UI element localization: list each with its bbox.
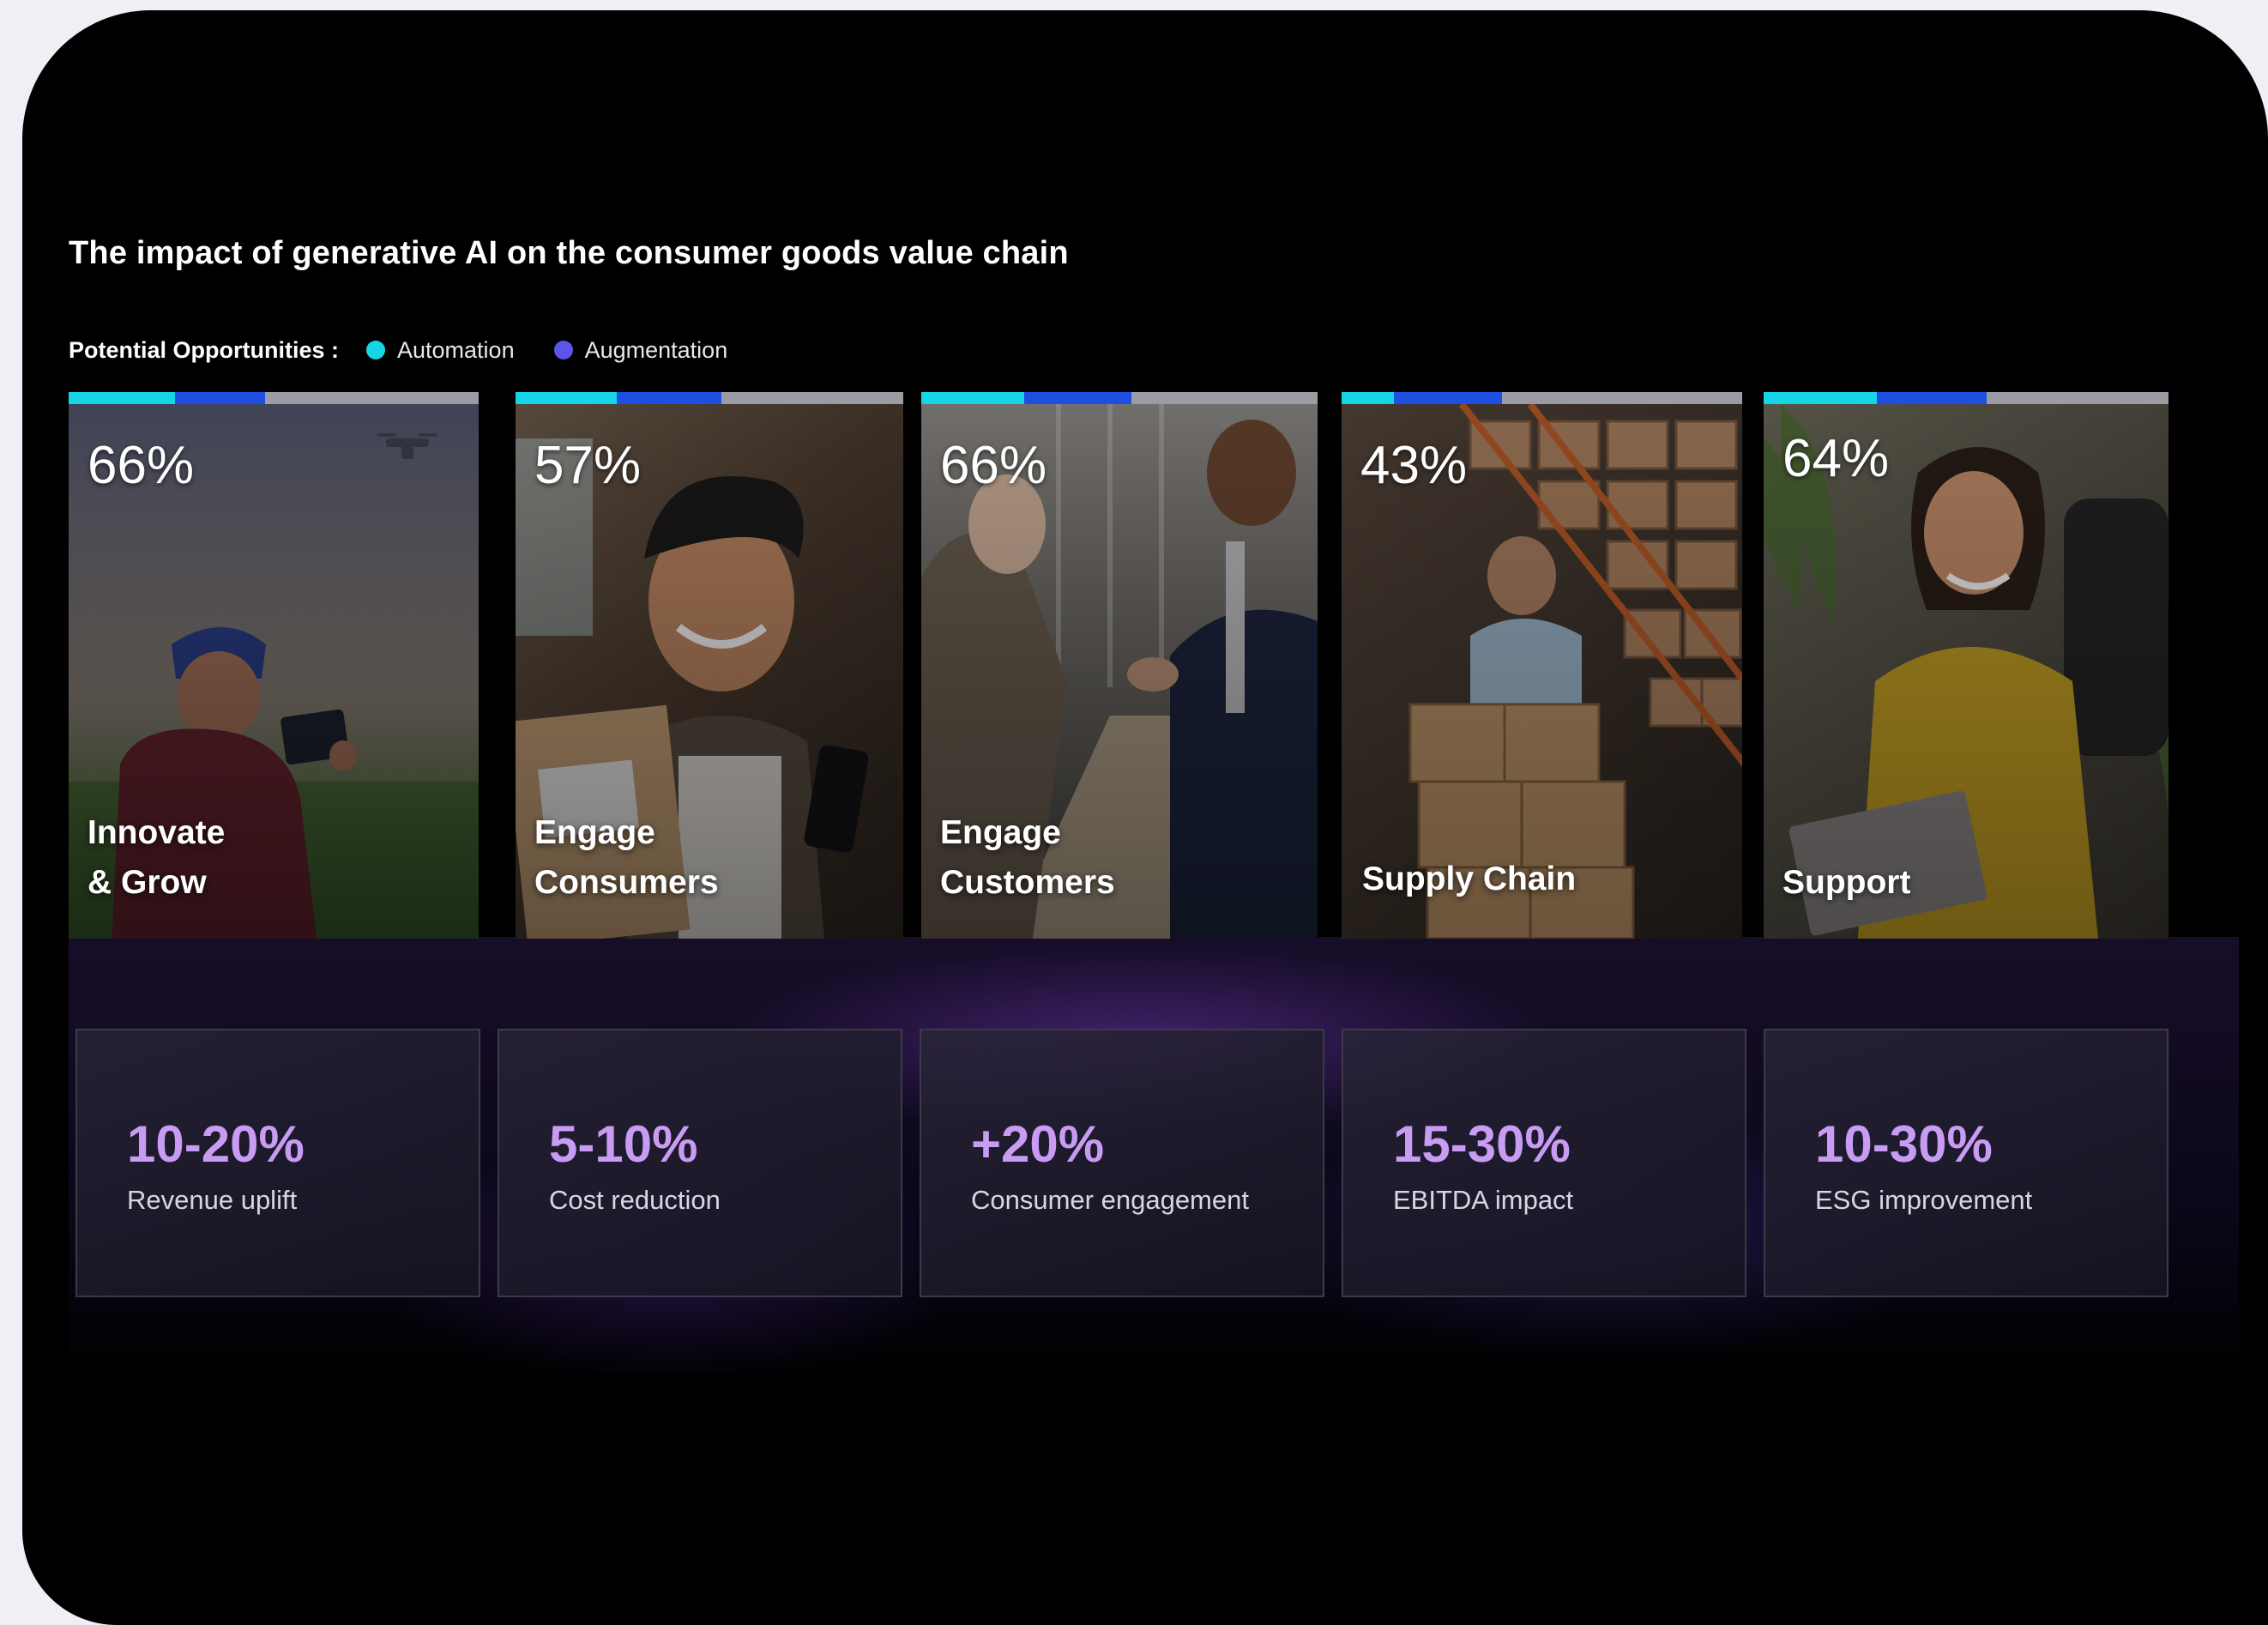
card-percentage: 66% [87,436,195,495]
augmentation-dot-icon [553,341,573,359]
opportunity-bar [921,392,1318,404]
card-innovate-grow[interactable]: 66% Innovate & Grow [69,392,479,939]
stat-label: Revenue uplift [127,1185,298,1215]
card-support[interactable]: 64% Support [1764,392,2168,939]
legend: Potential Opportunities : Automation Aug… [69,333,767,367]
card-engage-consumers[interactable]: 57% Engage Consumers [516,392,903,939]
automation-segment [1342,392,1394,404]
stat-card-engagement: +20% Consumer engagement [920,1029,1324,1297]
legend-label: Augmentation [584,336,728,363]
card-label: Innovate & Grow [87,808,225,908]
automation-segment [1764,392,1878,404]
card-label: Support [1782,858,1910,908]
stat-value: 10-20% [127,1115,305,1173]
augmentation-segment [1877,392,1987,404]
opportunity-bar [69,392,479,404]
automation-dot-icon [366,341,385,359]
opportunity-bar [1342,392,1742,404]
card-label-line2: Supply Chain [1362,861,1577,897]
card-percentage: 64% [1782,429,1890,488]
augmentation-segment [175,392,266,404]
opportunity-bar [1764,392,2168,404]
card-label-line2: & Grow [87,864,207,901]
automation-segment [921,392,1025,404]
card-label: Engage Customers [940,808,1115,908]
stat-value: +20% [971,1115,1105,1173]
card-label-line1: Engage [940,814,1061,851]
legend-item-augmentation: Augmentation [553,336,728,364]
legend-item-automation: Automation [366,337,515,364]
stat-card-ebitda: 15-30% EBITDA impact [1342,1029,1746,1297]
stat-label: Cost reduction [549,1185,721,1215]
legend-heading: Potential Opportunities : [69,336,339,363]
card-percentage: 43% [1360,436,1468,495]
card-engage-customers[interactable]: 66% Engage Customers [921,392,1318,939]
augmentation-segment [1024,392,1131,404]
stat-card-revenue: 10-20% Revenue uplift [75,1029,480,1297]
automation-segment [516,392,617,404]
stat-value: 15-30% [1393,1115,1571,1173]
automation-segment [69,392,176,404]
stat-label: Consumer engagement [971,1185,1249,1215]
page-title: The impact of generative AI on the consu… [69,235,1069,271]
card-percentage: 57% [534,436,642,495]
stat-value: 5-10% [549,1115,698,1173]
stat-label: EBITDA impact [1393,1185,1574,1215]
stat-card-cost: 5-10% Cost reduction [498,1029,902,1297]
card-label-line2: Consumers [534,864,719,901]
card-label: Supply Chain [1362,855,1576,904]
card-label-line1: Engage [534,814,655,851]
augmentation-segment [1393,392,1502,404]
augmentation-segment [616,392,721,404]
legend-label: Automation [397,336,515,363]
stat-label: ESG improvement [1815,1185,2033,1215]
card-supply-chain[interactable]: 43% Supply Chain [1342,392,1742,939]
stat-card-esg: 10-30% ESG improvement [1764,1029,2168,1297]
card-label-line1: Innovate [87,814,226,851]
card-percentage: 66% [940,436,1047,495]
card-label: Engage Consumers [534,808,719,908]
screen: The impact of generative AI on the consu… [69,70,2239,1563]
stat-value: 10-30% [1815,1115,1993,1173]
tablet-frame: The impact of generative AI on the consu… [22,10,2268,1625]
card-label-line2: Support [1782,864,1911,901]
opportunity-bar [516,392,903,404]
card-label-line2: Customers [940,864,1115,901]
